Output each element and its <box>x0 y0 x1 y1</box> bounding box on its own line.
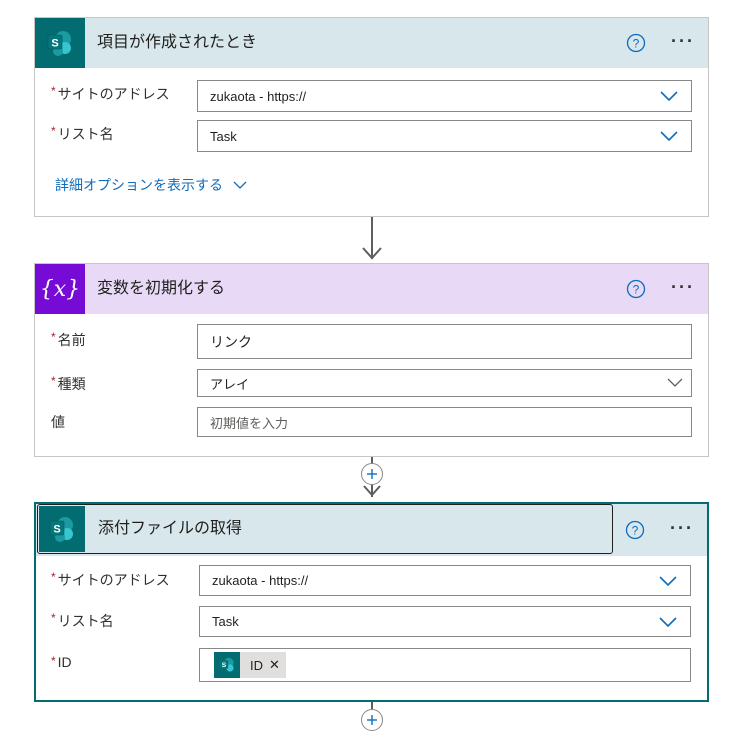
plus-icon <box>367 469 377 479</box>
get-attachments-card: S 添付ファイルの取得 ? ··· * サイトのアドレス zukaota - ht… <box>34 502 709 702</box>
svg-text:?: ? <box>633 283 640 297</box>
chevron-down-icon[interactable] <box>667 378 683 388</box>
site-address-label: * サイトのアドレス <box>51 84 170 102</box>
more-icon[interactable]: ··· <box>671 31 695 51</box>
variable-value-label: 値 <box>51 414 65 430</box>
trigger-card: S 項目が作成されたとき ? ··· * サイトのアドレス zukaota - h… <box>34 17 709 217</box>
help-icon[interactable]: ? <box>625 520 645 540</box>
show-advanced-options-link[interactable]: 詳細オプションを表示する <box>55 175 247 195</box>
sharepoint-logo-icon: S <box>214 652 240 678</box>
arrow-down-icon <box>362 247 382 260</box>
id-input[interactable]: S ID ✕ <box>199 648 691 682</box>
insert-step-button[interactable] <box>361 709 383 731</box>
variable-type-dropdown[interactable]: アレイ <box>197 369 692 397</box>
list-name-dropdown[interactable]: Task <box>197 120 692 152</box>
list-name-label: * リスト名 <box>51 124 114 142</box>
variable-name-input[interactable]: リンク <box>197 324 692 359</box>
variable-value-input[interactable]: 初期値を入力 <box>197 407 692 437</box>
more-icon[interactable]: ··· <box>670 518 694 538</box>
chevron-down-icon[interactable] <box>659 90 679 102</box>
list-name-label: * リスト名 <box>51 611 114 629</box>
svg-text:?: ? <box>632 524 639 538</box>
svg-text:S: S <box>51 38 58 50</box>
remove-token-icon[interactable]: ✕ <box>269 657 286 673</box>
help-icon[interactable]: ? <box>626 279 646 299</box>
trigger-card-header[interactable]: S 項目が作成されたとき ? ··· <box>35 18 708 68</box>
svg-text:S: S <box>53 524 60 536</box>
initialize-variable-card: {x} 変数を初期化する ? ··· * 名前 リンク * 種類 アレイ 値 初期値… <box>34 263 709 457</box>
trigger-card-title: 項目が作成されたとき <box>97 34 258 51</box>
site-address-dropdown[interactable]: zukaota - https:// <box>197 80 692 112</box>
chevron-down-icon[interactable] <box>658 575 678 587</box>
chevron-down-icon[interactable] <box>659 130 679 142</box>
sharepoint-logo-icon: S <box>35 18 85 68</box>
get-attachments-card-header[interactable]: S 添付ファイルの取得 ? ··· <box>36 504 707 556</box>
variable-type-label: * 種類 <box>51 374 86 392</box>
svg-text:?: ? <box>633 37 640 51</box>
id-label: * ID <box>51 654 72 670</box>
site-address-dropdown[interactable]: zukaota - https:// <box>199 565 691 596</box>
chevron-down-icon <box>233 181 247 189</box>
plus-icon <box>367 715 377 725</box>
more-icon[interactable]: ··· <box>671 277 695 297</box>
id-dynamic-token[interactable]: S ID ✕ <box>214 652 286 678</box>
help-icon[interactable]: ? <box>626 33 646 53</box>
site-address-label: * サイトのアドレス <box>51 570 170 588</box>
variable-icon: {x} <box>35 264 85 314</box>
list-name-dropdown[interactable]: Task <box>199 606 691 637</box>
initialize-variable-card-header[interactable]: {x} 変数を初期化する ? ··· <box>35 264 708 314</box>
arrow-down-icon <box>363 485 381 497</box>
initialize-variable-card-title: 変数を初期化する <box>97 280 226 297</box>
chevron-down-icon[interactable] <box>658 616 678 628</box>
sharepoint-logo-icon: S <box>39 506 85 552</box>
get-attachments-card-title: 添付ファイルの取得 <box>98 520 243 537</box>
variable-name-label: * 名前 <box>51 330 86 348</box>
svg-text:S: S <box>222 662 227 669</box>
